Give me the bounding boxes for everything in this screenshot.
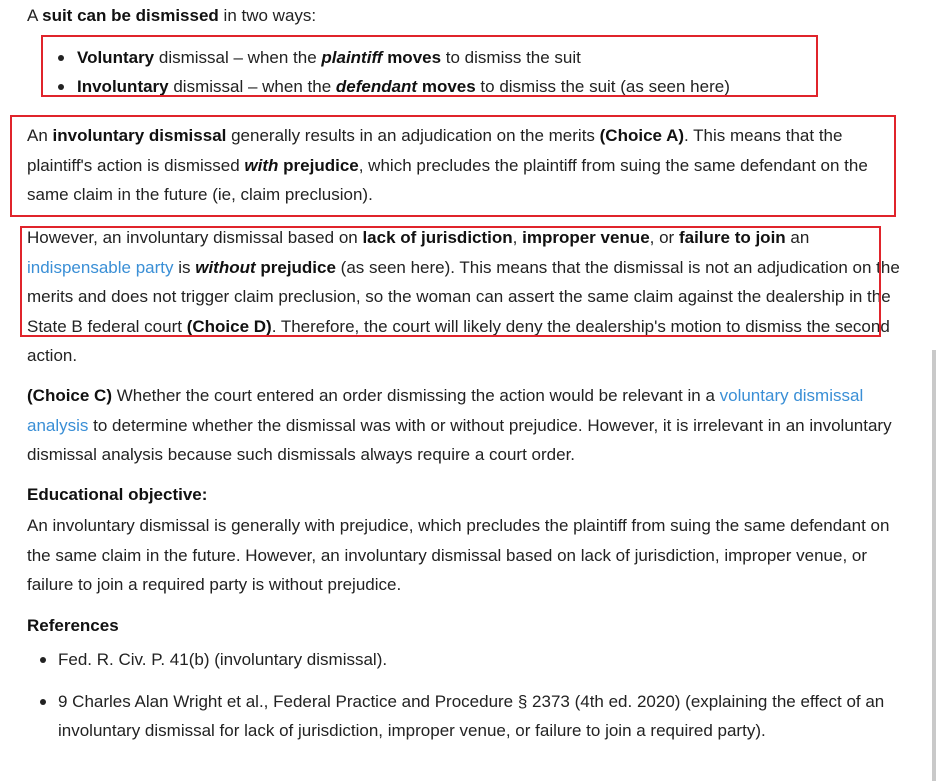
indispensable-party-link[interactable]: indispensable party (27, 258, 173, 277)
involuntary-dismissal-paragraph: An involuntary dismissal generally resul… (27, 126, 868, 204)
references-heading: References (27, 616, 119, 635)
intro-bold: suit can be dismissed (42, 6, 219, 25)
dismissal-ways-list: Voluntary dismissal – when the plaintiff… (27, 43, 907, 101)
list-item: Voluntary dismissal – when the plaintiff… (27, 43, 907, 72)
without-prejudice-paragraph: However, an involuntary dismissal based … (27, 228, 900, 365)
vertical-scrollbar[interactable] (932, 350, 936, 781)
educational-objective-heading: Educational objective: (27, 485, 208, 504)
list-item: 9 Charles Alan Wright et al., Federal Pr… (27, 687, 887, 746)
list-item: Involuntary dismissal – when the defenda… (27, 72, 907, 101)
list-item: Fed. R. Civ. P. 41(b) (involuntary dismi… (27, 645, 887, 675)
intro-line: A suit can be dismissed in two ways: (27, 6, 317, 25)
choice-c-paragraph: (Choice C) Whether the court entered an … (27, 386, 892, 464)
educational-objective-text: An involuntary dismissal is generally wi… (27, 516, 890, 594)
references-list: Fed. R. Civ. P. 41(b) (involuntary dismi… (27, 645, 887, 746)
